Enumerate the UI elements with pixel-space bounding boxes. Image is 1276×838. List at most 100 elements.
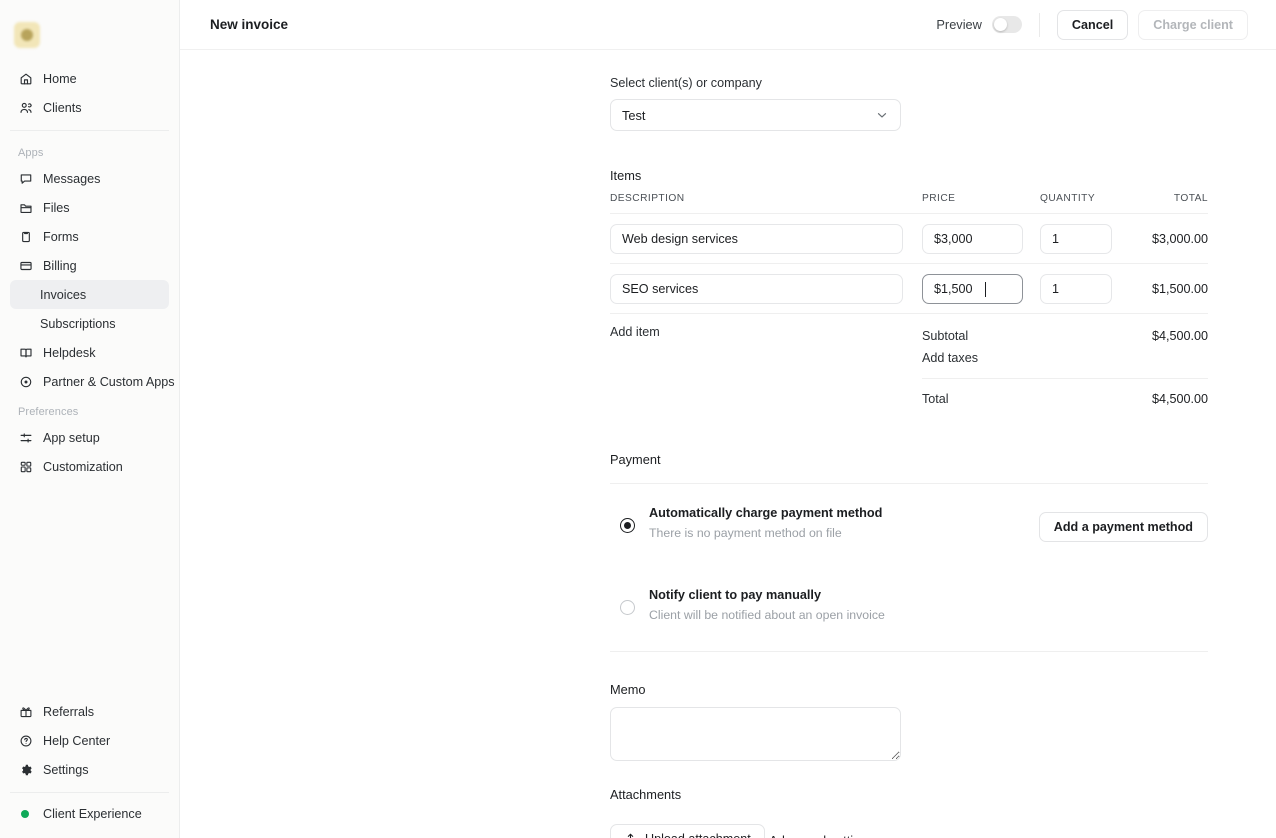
item-description-cell (610, 274, 903, 304)
book-icon (18, 345, 33, 360)
attachments-label: Attachments (610, 787, 1208, 802)
message-icon (18, 171, 33, 186)
column-header-total: TOTAL (1112, 193, 1208, 204)
payment-option-notify-client[interactable]: Notify client to pay manually Client wil… (610, 542, 1208, 622)
chevron-down-icon (875, 108, 889, 122)
sidebar-item-billing[interactable]: Billing (10, 251, 169, 280)
item-price-cell (922, 224, 1023, 254)
cancel-button[interactable]: Cancel (1057, 10, 1128, 40)
advanced-settings-toggle[interactable]: Advanced settings (769, 833, 893, 838)
sidebar-item-label: Home (43, 72, 77, 86)
app-root: Home Clients Apps (0, 0, 1276, 838)
sidebar-item-help-center[interactable]: Help Center (10, 726, 169, 755)
memo-textarea[interactable] (610, 707, 901, 761)
sidebar-item-label: Help Center (43, 734, 110, 748)
item-description-input[interactable] (610, 274, 903, 304)
items-footer: Add item Subtotal $4,500.00 Add taxes (610, 325, 1208, 410)
sidebar-item-label: Referrals (43, 705, 94, 719)
upload-attachment-label: Upload attachment (645, 832, 751, 838)
circle-dot-icon (18, 374, 33, 389)
table-row: $3,000.00 (610, 214, 1208, 264)
sidebar-item-files[interactable]: Files (10, 193, 169, 222)
radio-notify-client[interactable] (620, 600, 635, 615)
add-payment-method-button[interactable]: Add a payment method (1039, 512, 1208, 542)
sidebar-item-partner-custom-apps[interactable]: Partner & Custom Apps (10, 367, 169, 396)
sidebar-item-messages[interactable]: Messages (10, 164, 169, 193)
text-cursor (985, 282, 986, 297)
home-icon (18, 71, 33, 86)
item-description-cell (610, 224, 903, 254)
item-total-value: $1,500.00 (1112, 282, 1208, 296)
items-table-header: DESCRIPTION PRICE QUANTITY TOTAL (610, 193, 1208, 214)
clients-icon (18, 100, 33, 115)
add-taxes-button[interactable]: Add taxes (922, 347, 1208, 369)
total-label: Total (922, 392, 949, 406)
item-quantity-cell (1040, 224, 1112, 254)
subtotal-label: Subtotal (922, 329, 968, 343)
column-header-description: DESCRIPTION (610, 193, 903, 204)
payment-divider-bottom (610, 651, 1208, 652)
column-header-quantity: QUANTITY (1040, 193, 1112, 204)
sidebar-group-preferences: Preferences (10, 396, 169, 423)
items-title: Items (610, 168, 1208, 183)
item-price-input[interactable] (922, 274, 1023, 304)
client-select-label: Select client(s) or company (610, 76, 1208, 90)
charge-client-button[interactable]: Charge client (1138, 10, 1248, 40)
gift-icon (18, 704, 33, 719)
sidebar-item-client-experience[interactable]: Client Experience (10, 799, 169, 828)
sidebar-item-invoices[interactable]: Invoices (10, 280, 169, 309)
sidebar-bottom-nav: Referrals Help Center (0, 697, 179, 838)
sidebar-item-label: Subscriptions (40, 317, 116, 331)
workspace-switcher[interactable] (0, 0, 179, 56)
payment-option-action: Add a payment method (1039, 512, 1208, 542)
item-quantity-input[interactable] (1040, 274, 1112, 304)
sidebar-item-subscriptions[interactable]: Subscriptions (10, 309, 169, 338)
payment-option-auto-charge[interactable]: Automatically charge payment method Ther… (610, 484, 1208, 542)
workspace-logo-icon (14, 22, 40, 48)
sidebar-divider-bottom (10, 792, 169, 793)
sidebar-item-home[interactable]: Home (10, 64, 169, 93)
sidebar: Home Clients Apps (0, 0, 180, 838)
subtotal-row: Subtotal $4,500.00 (922, 325, 1208, 347)
sidebar-item-label: Billing (43, 259, 77, 273)
status-dot-icon (21, 810, 29, 818)
upload-icon (624, 832, 637, 838)
upload-attachment-button[interactable]: Upload attachment (610, 824, 765, 838)
payment-option-text: Notify client to pay manually Client wil… (649, 588, 885, 622)
sidebar-item-label: Customization (43, 460, 123, 474)
sidebar-item-customization[interactable]: Customization (10, 452, 169, 481)
sidebar-item-label: Client Experience (43, 807, 142, 821)
sidebar-group-apps: Apps (10, 137, 169, 164)
payment-section-title: Payment (610, 452, 1208, 467)
sidebar-item-label: Helpdesk (43, 346, 96, 360)
sidebar-item-clients[interactable]: Clients (10, 93, 169, 122)
sidebar-divider (10, 130, 169, 131)
radio-auto-charge[interactable] (620, 518, 635, 533)
chevron-down-icon (881, 835, 893, 838)
preview-toggle[interactable] (992, 16, 1022, 33)
sidebar-item-helpdesk[interactable]: Helpdesk (10, 338, 169, 367)
sidebar-item-settings[interactable]: Settings (10, 755, 169, 784)
item-quantity-input[interactable] (1040, 224, 1112, 254)
item-description-input[interactable] (610, 224, 903, 254)
item-price-input[interactable] (922, 224, 1023, 254)
sidebar-item-label: Files (43, 201, 70, 215)
sidebar-item-forms[interactable]: Forms (10, 222, 169, 251)
payment-option-title: Automatically charge payment method (649, 506, 882, 520)
sidebar-item-referrals[interactable]: Referrals (10, 697, 169, 726)
sidebar-item-app-setup[interactable]: App setup (10, 423, 169, 452)
advanced-settings-label: Advanced settings (769, 833, 874, 838)
totals-block: Subtotal $4,500.00 Add taxes Total $4,50… (922, 325, 1208, 410)
memo-label: Memo (610, 682, 1208, 697)
add-item-button[interactable]: Add item (610, 325, 903, 410)
sidebar-item-label: Forms (43, 230, 79, 244)
sidebar-spacer (0, 481, 179, 697)
sidebar-item-label: Settings (43, 763, 89, 777)
client-select-value: Test (622, 108, 645, 123)
sidebar-item-label: Invoices (40, 288, 86, 302)
total-value: $4,500.00 (1152, 392, 1208, 406)
sidebar-item-label: Clients (43, 101, 82, 115)
client-select[interactable]: Test (610, 99, 901, 131)
invoice-form: Select client(s) or company Test Items D… (610, 50, 1208, 838)
sliders-icon (18, 430, 33, 445)
